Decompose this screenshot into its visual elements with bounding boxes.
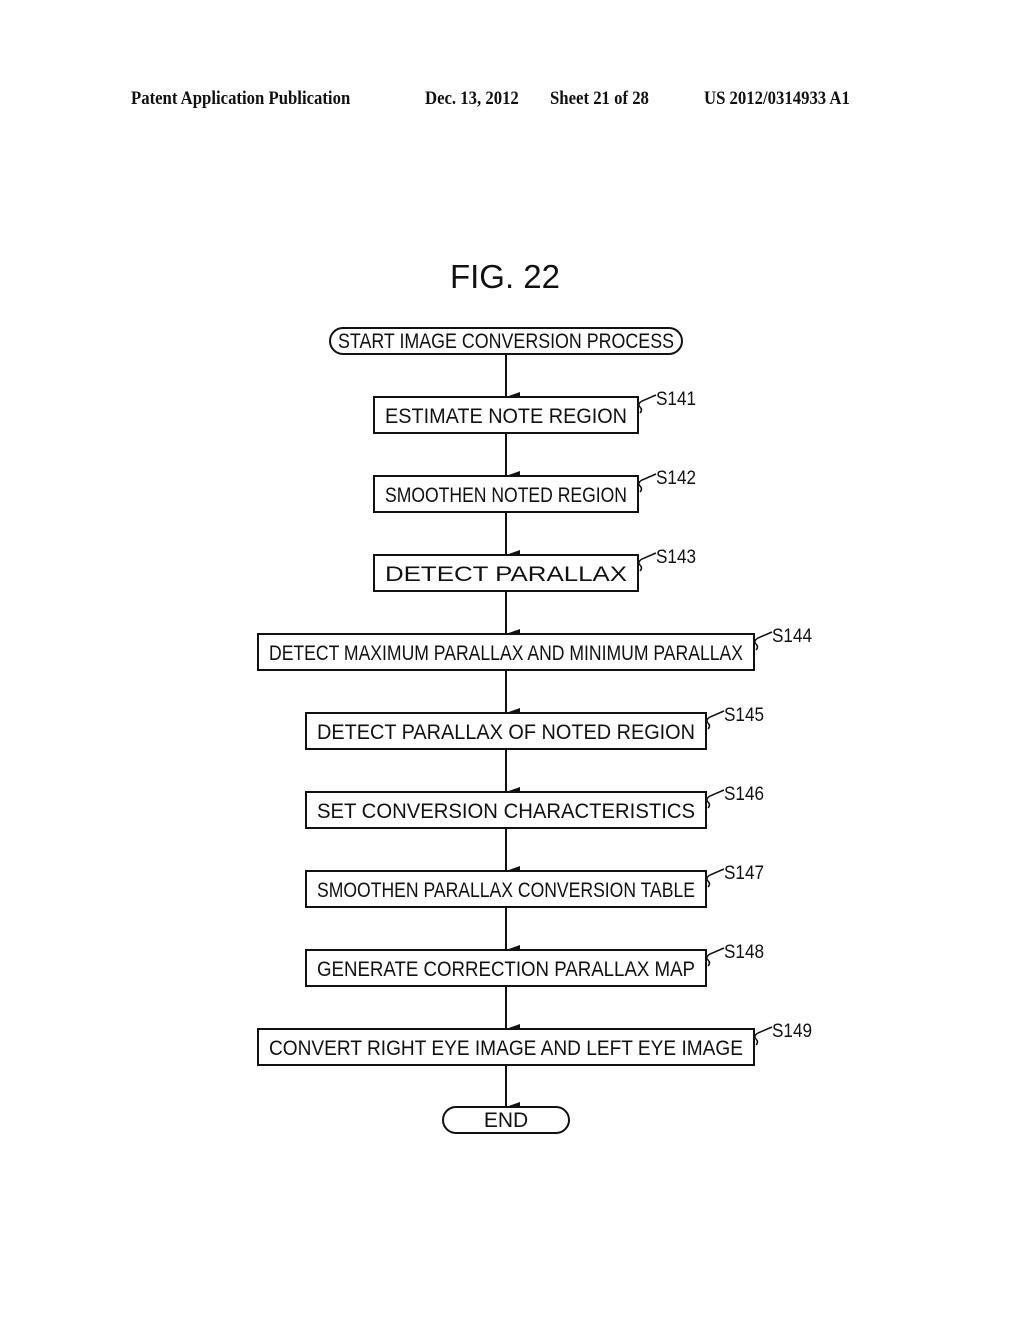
process-box-label: GENERATE CORRECTION PARALLAX MAP <box>317 958 695 981</box>
leader-squiggle <box>706 947 725 967</box>
process-step-s146: SET CONVERSION CHARACTERISTICS S146 <box>305 784 764 829</box>
end-terminal-label: END <box>484 1109 528 1132</box>
process-step-s149: CONVERT RIGHT EYE IMAGE AND LEFT EYE IMA… <box>257 1021 812 1066</box>
process-step-s148: GENERATE CORRECTION PARALLAX MAP S148 <box>305 942 764 987</box>
process-box-label: DETECT MAXIMUM PARALLAX AND MINIMUM PARA… <box>269 642 743 665</box>
leader-squiggle <box>638 552 657 572</box>
process-step-s144: DETECT MAXIMUM PARALLAX AND MINIMUM PARA… <box>257 626 812 671</box>
step-number-label: S149 <box>772 1021 812 1042</box>
step-number-label: S147 <box>724 863 764 884</box>
process-box-label: DETECT PARALLAX <box>385 563 627 586</box>
step-number-label: S143 <box>656 547 696 568</box>
process-step-s145: DETECT PARALLAX OF NOTED REGION S145 <box>305 705 764 750</box>
process-step-s141: ESTIMATE NOTE REGION S141 <box>373 389 696 434</box>
leader-squiggle <box>638 394 657 414</box>
process-step-s147: SMOOTHEN PARALLAX CONVERSION TABLE S147 <box>305 863 764 908</box>
step-number-label: S146 <box>724 784 764 805</box>
flowchart: START IMAGE CONVERSION PROCESS ESTIMATE N… <box>257 327 812 1134</box>
leader-squiggle <box>754 631 773 651</box>
leader-squiggle <box>706 710 725 730</box>
end-terminal: END <box>442 1106 570 1134</box>
step-number-label: S144 <box>772 626 812 647</box>
process-box-label: DETECT PARALLAX OF NOTED REGION <box>317 721 695 744</box>
start-terminal-label: START IMAGE CONVERSION PROCESS <box>338 330 674 353</box>
process-box-label: SMOOTHEN NOTED REGION <box>385 484 627 507</box>
step-number-label: S141 <box>656 389 696 410</box>
step-number-label: S145 <box>724 705 764 726</box>
process-box-label: SMOOTHEN PARALLAX CONVERSION TABLE <box>317 879 695 902</box>
process-step-s143: DETECT PARALLAX S143 <box>373 547 696 592</box>
step-number-label: S142 <box>656 468 696 489</box>
leader-squiggle <box>754 1026 773 1046</box>
leader-squiggle <box>638 473 657 493</box>
leader-squiggle <box>706 868 725 888</box>
process-box-label: CONVERT RIGHT EYE IMAGE AND LEFT EYE IMA… <box>269 1037 743 1060</box>
leader-squiggle <box>706 789 725 809</box>
process-box-label: ESTIMATE NOTE REGION <box>385 405 627 428</box>
process-box-label: SET CONVERSION CHARACTERISTICS <box>317 800 695 823</box>
step-number-label: S148 <box>724 942 764 963</box>
start-terminal: START IMAGE CONVERSION PROCESS <box>329 327 683 355</box>
process-step-s142: SMOOTHEN NOTED REGION S142 <box>373 468 696 513</box>
